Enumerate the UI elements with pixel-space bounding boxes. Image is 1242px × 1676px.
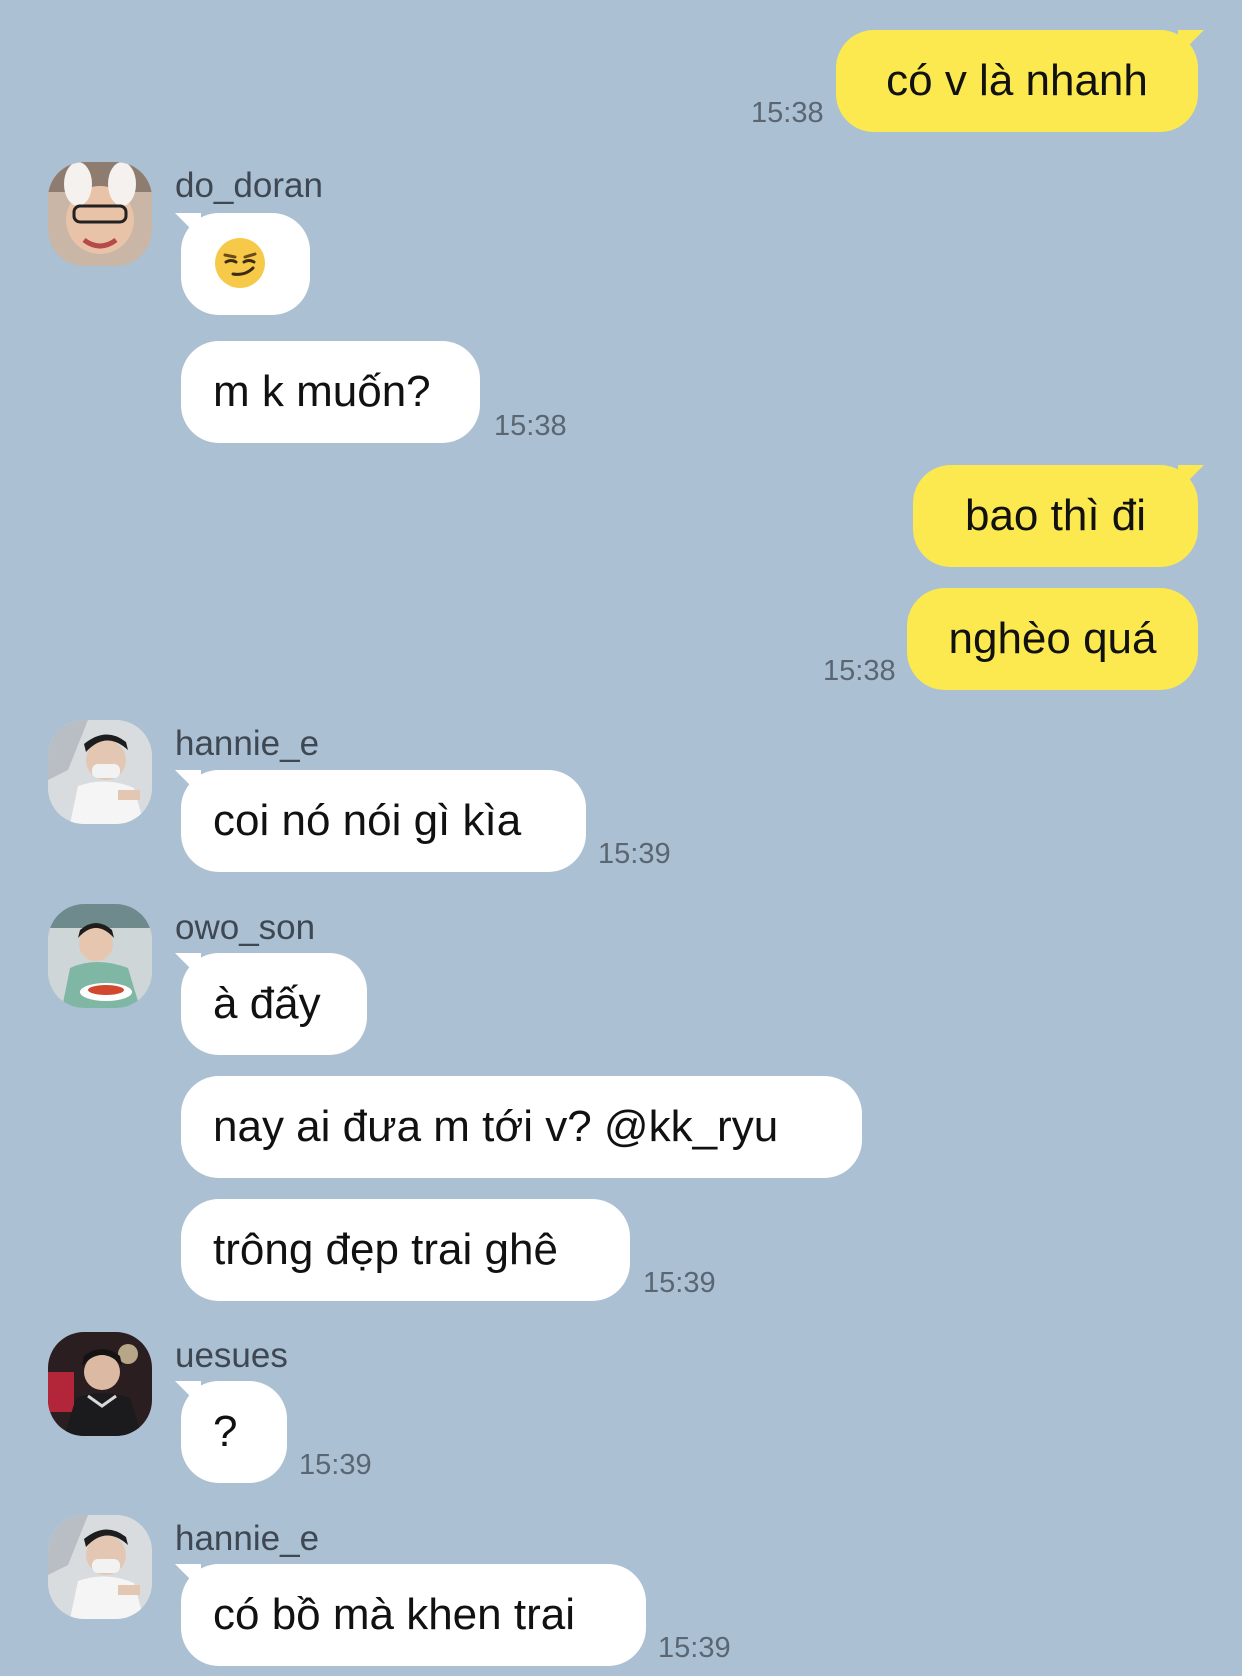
message-timestamp: 15:39 (598, 838, 671, 870)
message-bubble-outgoing[interactable]: bao thì đi (913, 465, 1204, 567)
message-timestamp: 15:38 (494, 410, 567, 442)
message-bubble-incoming[interactable] (175, 213, 310, 315)
sender-name: do_doran (175, 166, 323, 205)
chat-message-list[interactable]: có v là nhanh 15:38 do_doran m k muốn? 1… (0, 0, 1242, 1676)
message-timestamp: 15:39 (658, 1632, 731, 1664)
message-bubble-incoming[interactable]: m k muốn? (181, 341, 480, 443)
avatar[interactable] (48, 1332, 152, 1436)
message-timestamp: 15:38 (823, 655, 896, 687)
sender-name: hannie_e (175, 724, 320, 763)
message-bubble-incoming[interactable]: coi nó nói gì kìa (175, 770, 586, 872)
message-bubble-incoming[interactable]: nay ai đưa m tới v? @kk_ryu (181, 1076, 862, 1178)
message-bubble-incoming[interactable]: à đấy (175, 953, 367, 1055)
message-timestamp: 15:39 (643, 1267, 716, 1299)
sender-name: uesues (175, 1336, 288, 1375)
avatar[interactable] (48, 904, 152, 1008)
message-bubble-outgoing[interactable]: nghèo quá (907, 588, 1198, 690)
avatar[interactable] (48, 1515, 152, 1619)
message-bubble-incoming[interactable]: có bồ mà khen trai (175, 1564, 646, 1666)
message-bubble-outgoing[interactable]: có v là nhanh (836, 30, 1204, 132)
message-timestamp: 15:38 (751, 97, 824, 129)
message-bubble-incoming[interactable]: ? (175, 1381, 287, 1483)
message-timestamp: 15:39 (299, 1449, 372, 1481)
smirking-face-icon (215, 238, 265, 289)
sender-name: owo_son (175, 908, 316, 947)
avatar[interactable] (48, 720, 152, 824)
message-bubble-incoming[interactable]: trông đẹp trai ghê (181, 1199, 630, 1301)
sender-name: hannie_e (175, 1519, 320, 1558)
avatar[interactable] (48, 162, 152, 266)
